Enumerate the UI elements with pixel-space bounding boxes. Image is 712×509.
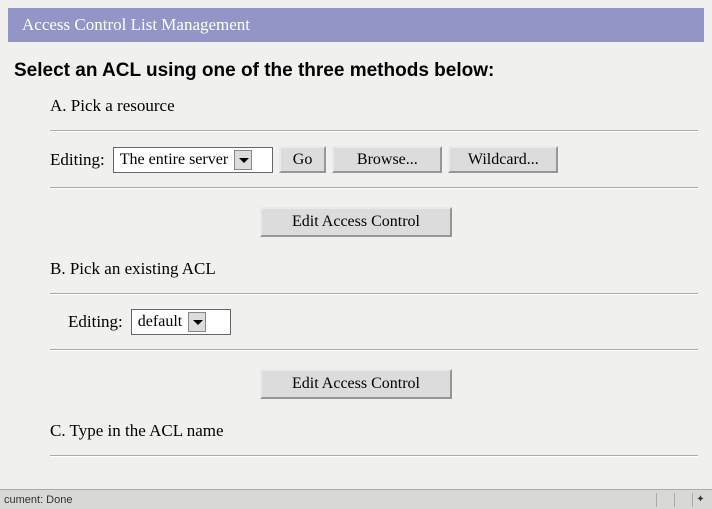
acl-select-value: default [138,313,182,331]
divider [50,349,698,351]
status-icon [674,493,690,507]
divider [50,187,698,189]
editing-label-a: Editing: [50,150,105,170]
status-bar: cument: Done ✦ [0,489,712,509]
section-c-label: C. Type in the ACL name [50,421,698,441]
browse-button[interactable]: Browse... [332,146,442,173]
resource-select[interactable]: The entire server [113,147,273,173]
section-b-controls: Editing: default [68,309,698,335]
acl-select[interactable]: default [131,309,231,335]
section-a-label: A. Pick a resource [50,96,698,116]
chevron-down-icon [188,312,206,332]
status-icon [656,493,672,507]
edit-access-control-a-button[interactable]: Edit Access Control [260,207,452,237]
section-b-edit-row: Edit Access Control [14,369,698,399]
page-instruction: Select an ACL using one of the three met… [14,60,698,82]
section-a-controls: Editing: The entire server Go Browse... … [50,146,698,173]
divider [50,130,698,132]
chevron-down-icon [234,150,252,170]
status-bar-text: cument: Done [4,494,72,506]
edit-access-control-b-button[interactable]: Edit Access Control [260,369,452,399]
section-a-edit-row: Edit Access Control [14,207,698,237]
divider [50,293,698,295]
status-icon: ✦ [692,493,708,507]
divider [50,455,698,457]
go-button[interactable]: Go [279,146,327,173]
resource-select-value: The entire server [120,151,228,169]
status-icons: ✦ [656,493,708,507]
title-bar: Access Control List Management [8,8,704,42]
main-content: Select an ACL using one of the three met… [0,60,712,457]
title-bar-text: Access Control List Management [22,15,250,34]
section-b-label: B. Pick an existing ACL [50,259,698,279]
editing-label-b: Editing: [68,312,123,332]
wildcard-button[interactable]: Wildcard... [448,146,558,173]
